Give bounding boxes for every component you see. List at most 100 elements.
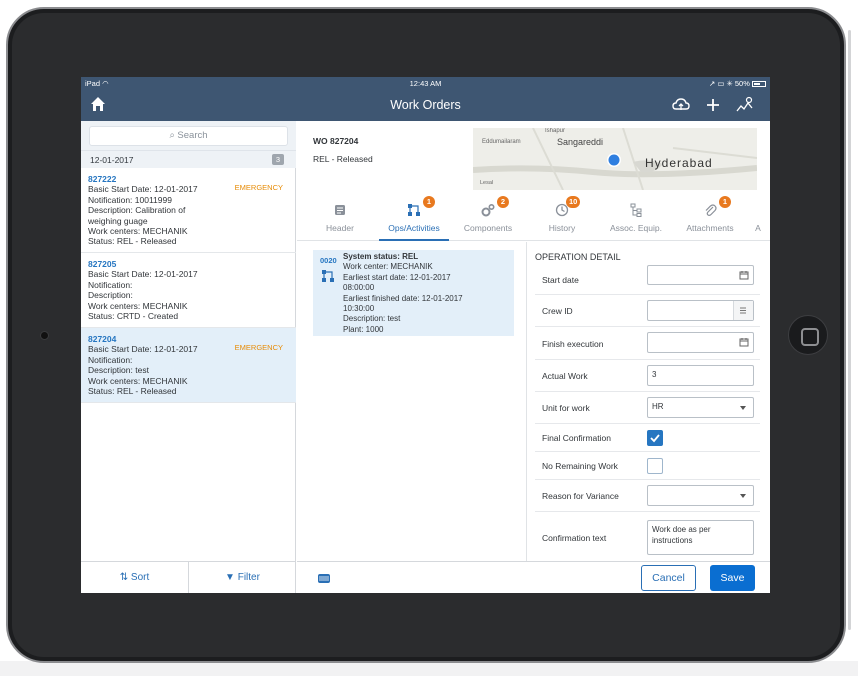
nav-bar: Work Orders [81,90,770,121]
work-order-item[interactable]: 827222 EMERGENCY Basic Start Date: 12-01… [81,168,296,253]
tab-assoc-equip[interactable]: Assoc. Equip. [599,194,673,240]
final-confirmation-row: Final Confirmation [535,424,760,452]
map-route-icon[interactable] [736,96,754,114]
search-icon: ⌕ [169,130,175,141]
tab-badge: 2 [497,196,509,208]
operation-line: Plant: 1000 [343,324,384,334]
tab-label: Header [326,223,354,233]
detail-toolbar: Cancel Save [297,561,770,593]
camera-icon [40,331,49,340]
finish-execution-input[interactable] [647,332,754,353]
work-order-line: Work centers: MECHANIK [88,375,188,386]
operations-list: 0020 System status: REL Work center: MEC… [297,242,527,561]
work-order-title: WO 827204 [313,136,359,146]
work-order-line: Status: REL - Released [88,236,177,247]
field-label: Final Confirmation [542,433,611,443]
work-order-line: Description: test [88,365,149,376]
operation-line: Earliest start date: 12-01-2017 [343,272,451,282]
work-order-id: 827205 [88,259,117,269]
no-remaining-work-checkbox[interactable] [647,458,663,474]
field-label: No Remaining Work [542,461,618,471]
start-date-input[interactable] [647,265,754,285]
work-order-line: Status: REL - Released [88,386,177,397]
calendar-icon [739,338,749,347]
tab-header[interactable]: Header [303,194,377,240]
tab-badge: 10 [566,196,581,208]
home-button[interactable] [788,315,828,355]
unit-for-work-row: Unit for work HR [535,392,760,424]
tab-label: Ops/Activities [388,223,440,233]
work-order-status: REL - Released [313,154,373,164]
work-order-line: Notification: [88,354,133,365]
filter-button[interactable]: ▼ Filter [189,562,296,593]
field-label: Unit for work [542,403,590,413]
work-order-line: weighing guage [88,215,148,226]
tab-more[interactable]: A [747,194,770,240]
field-value: 3 [652,370,657,379]
barcode-scan-icon[interactable] [317,571,331,585]
crew-id-row: Crew ID [535,295,760,327]
actual-work-input[interactable]: 3 [647,365,754,386]
header-icon [335,205,345,215]
tab-badge: 1 [719,196,731,208]
map-label: Hyderabad [645,156,713,170]
detail-tabs: Header 1 Ops/Activities 2 Components 10 … [297,194,770,241]
save-button[interactable]: Save [710,565,755,591]
reason-for-variance-select[interactable] [647,485,754,506]
unit-for-work-select[interactable]: HR [647,397,754,418]
cancel-button[interactable]: Cancel [641,565,696,591]
crew-id-input[interactable] [647,300,754,321]
location-map[interactable]: Ishapur Eddumailaram Sangareddi Hyderaba… [473,128,757,190]
sort-button[interactable]: ⇅ Sort [81,562,188,593]
operation-number: 0020 [320,256,337,265]
start-date-row: Start date [535,265,760,295]
checkmark-icon [650,434,660,443]
reason-for-variance-row: Reason for Variance [535,480,760,512]
tab-label: Attachments [686,223,734,233]
battery-icon [752,81,766,87]
filter-icon: ▼ [225,572,235,583]
operation-line: Work center: MECHANIK [343,262,433,272]
map-graphic: Ishapur Eddumailaram Sangareddi Hyderaba… [473,128,757,190]
map-label: Eddumailaram [482,139,521,145]
filter-label: Filter [237,572,260,583]
tab-label: A [755,223,761,233]
map-label: Ishapur [545,128,565,134]
device-edge [848,30,851,630]
cloud-sync-icon[interactable] [672,96,690,114]
field-label: Actual Work [542,371,588,381]
field-label: Crew ID [542,306,573,316]
work-order-line: Description: [88,290,133,301]
page-bottom [0,661,858,676]
work-order-line: Status: CRTD - Created [88,311,179,322]
app-screen: iPad ◠ 12:43 AM ↗ ▭ ✳ 50% Work Orders ⌕ … [81,77,770,593]
operation-details: System status: REL Work center: MECHANIK… [343,252,463,335]
emergency-flag: EMERGENCY [234,343,283,352]
operation-line: Description: test [343,314,401,324]
sort-label: Sort [130,572,150,583]
tab-attachments[interactable]: 1 Attachments [673,194,747,240]
value-help-icon[interactable] [733,301,753,320]
work-order-line: Work centers: MECHANIK [88,226,188,237]
tab-ops-activities[interactable]: 1 Ops/Activities [377,194,451,241]
confirmation-text-area[interactable]: Work doe as per instructions [647,520,754,555]
search-input[interactable]: ⌕ Search [89,126,288,146]
add-icon[interactable] [704,96,722,114]
paperclip-icon [705,204,717,216]
tab-history[interactable]: 10 History [525,194,599,240]
gears-icon [481,203,495,217]
operation-line: 08:00:00 [343,283,375,293]
status-right: ↗ ▭ ✳ 50% [709,79,766,88]
operation-line: 10:30:00 [343,304,375,314]
work-order-item[interactable]: 827205 Basic Start Date: 12-01-2017 Noti… [81,253,296,328]
finish-execution-row: Finish execution [535,327,760,360]
operation-item[interactable]: 0020 System status: REL Work center: MEC… [313,250,514,336]
tab-components[interactable]: 2 Components [451,194,525,240]
map-label: Sangareddi [557,137,603,147]
field-label: Start date [542,275,579,285]
work-order-item-selected[interactable]: 827204 EMERGENCY Basic Start Date: 12-01… [81,328,296,403]
search-placeholder: Search [177,130,208,141]
work-order-line: Notification: 10011999 [88,194,172,205]
field-label: Confirmation text [542,533,607,543]
final-confirmation-checkbox[interactable] [647,430,663,446]
